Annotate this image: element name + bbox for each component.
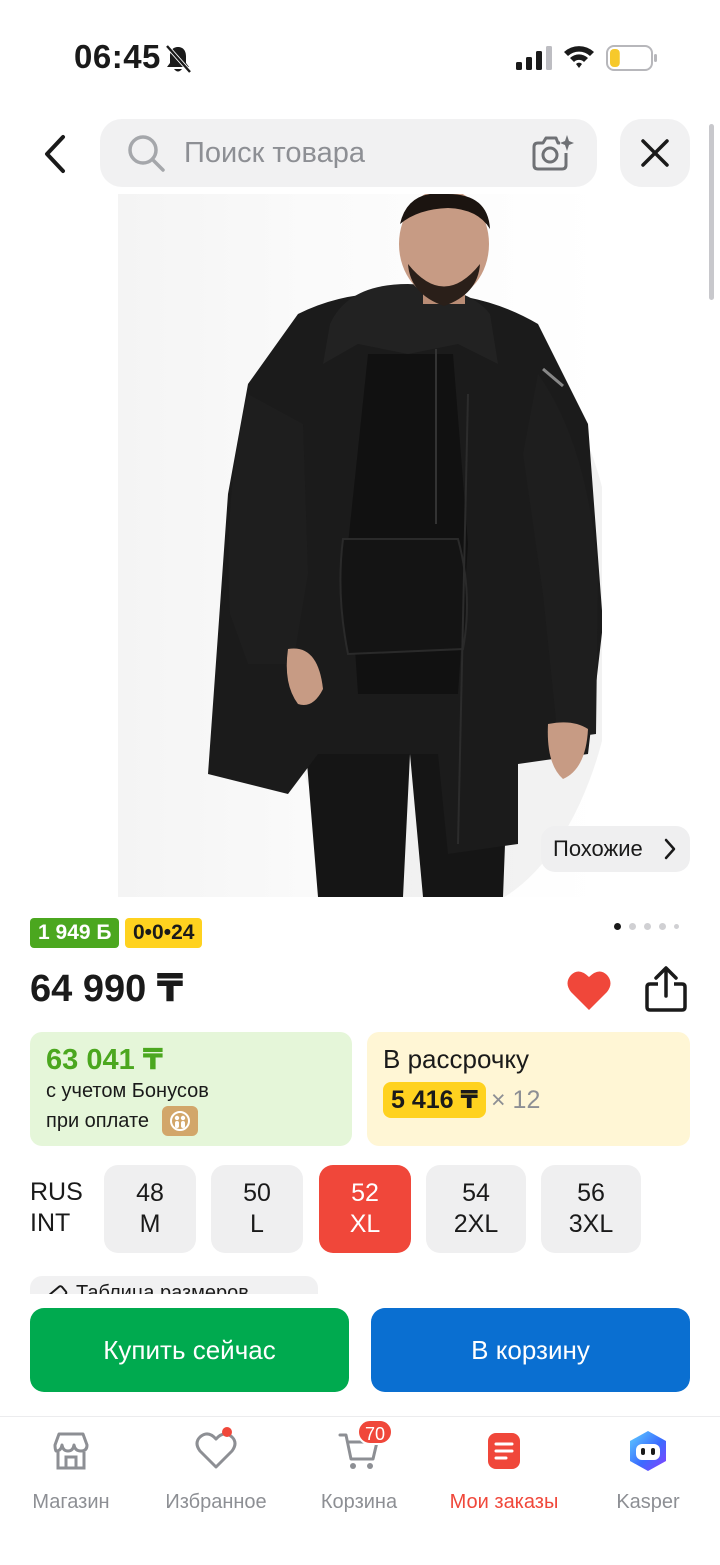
add-to-cart-button[interactable]: В корзину xyxy=(371,1308,690,1392)
size-int: 3XL xyxy=(568,1210,614,1238)
search-icon xyxy=(128,135,165,172)
size-rus: 52 xyxy=(351,1179,379,1207)
installment-title: В рассрочку xyxy=(383,1044,530,1074)
size-option-56[interactable]: 56 3XL xyxy=(541,1165,641,1253)
nav-label-orders: Мои заказы xyxy=(449,1491,559,1513)
signal-icon xyxy=(516,46,552,70)
chevron-right-icon xyxy=(664,838,676,860)
size-label-int: INT xyxy=(30,1209,71,1237)
size-option-50[interactable]: 50 L xyxy=(211,1165,303,1253)
shop-icon xyxy=(53,1432,89,1470)
scroll-indicator[interactable] xyxy=(709,124,714,300)
size-label-rus: RUS xyxy=(30,1178,83,1206)
cart-icon-wrap: 70 xyxy=(337,1419,394,1473)
size-int: M xyxy=(139,1210,161,1238)
bottom-navigation: Магазин Избранное 70 Корзина Мои заказы … xyxy=(0,1416,720,1565)
buy-now-button[interactable]: Купить сейчас xyxy=(30,1308,349,1392)
nav-label-kasper: Kasper xyxy=(616,1491,680,1513)
back-button[interactable] xyxy=(30,124,80,184)
search-box[interactable] xyxy=(100,119,597,187)
favorite-heart-icon[interactable] xyxy=(566,968,612,1012)
nav-label-favorites: Избранное xyxy=(165,1491,267,1513)
size-system-label: RUS INT xyxy=(30,1177,83,1239)
size-rus: 56 xyxy=(577,1179,605,1207)
bell-off-icon xyxy=(165,44,192,74)
nav-label-shop: Магазин xyxy=(32,1491,110,1513)
similar-products-button[interactable]: Похожие xyxy=(541,826,690,872)
bonus-price-card[interactable]: 63 041 ₸ с учетом Бонусов при оплате xyxy=(30,1032,352,1146)
gallery-dot xyxy=(674,924,679,929)
gallery-dot xyxy=(659,923,666,930)
bonus-price-note: с учетом Бонусов xyxy=(46,1080,209,1102)
orders-icon xyxy=(488,1433,520,1469)
bonus-badge: 1 949 Б xyxy=(30,918,120,948)
search-input[interactable] xyxy=(184,119,514,187)
similar-products-label: Похожие xyxy=(553,836,643,861)
heart-outline-icon xyxy=(195,1432,237,1469)
product-image[interactable] xyxy=(118,194,602,897)
product-photo-jacket xyxy=(208,194,602,897)
close-button[interactable] xyxy=(620,119,690,187)
favorites-notification-dot xyxy=(222,1427,232,1437)
bonus-price-amount: 63 041 ₸ xyxy=(46,1044,163,1076)
gallery-dot xyxy=(629,923,636,930)
size-option-48[interactable]: 48 M xyxy=(104,1165,196,1253)
cart-count-badge: 70 xyxy=(357,1419,394,1445)
size-option-54[interactable]: 54 2XL xyxy=(426,1165,526,1253)
installment-card[interactable]: В рассрочку 5 416 ₸ × 12 xyxy=(367,1032,690,1146)
camera-icon[interactable] xyxy=(530,133,574,173)
wifi-icon xyxy=(564,46,594,68)
ruler-icon xyxy=(46,1285,68,1294)
gallery-page-dots xyxy=(614,922,684,932)
nav-item-favorites[interactable]: Избранное xyxy=(160,1417,272,1527)
size-option-52[interactable]: 52 XL xyxy=(319,1165,411,1253)
size-int: XL xyxy=(349,1210,381,1238)
nav-label-cart: Корзина xyxy=(320,1491,398,1513)
size-rus: 54 xyxy=(462,1179,490,1207)
back-arrow-icon xyxy=(45,135,65,173)
installment-months: × 12 xyxy=(491,1086,541,1114)
size-table-link[interactable]: Таблица размеров xyxy=(30,1276,318,1294)
close-icon xyxy=(641,139,669,167)
size-int: L xyxy=(250,1210,264,1238)
gallery-dot xyxy=(644,923,651,930)
size-table-label: Таблица размеров xyxy=(76,1282,249,1294)
size-rus: 48 xyxy=(136,1179,164,1207)
gallery-dot xyxy=(614,923,621,930)
favorites-icon-wrap xyxy=(194,1427,238,1473)
installment-badge: 0•0•24 xyxy=(125,918,203,948)
installment-monthly-amount: 5 416 ₸ xyxy=(383,1082,486,1118)
product-price: 64 990 ₸ xyxy=(30,968,184,1010)
status-bar: 06:45 xyxy=(0,0,720,110)
share-icon[interactable] xyxy=(644,966,688,1012)
battery-icon xyxy=(606,45,657,71)
nav-item-cart[interactable]: 70 Корзина xyxy=(315,1417,403,1527)
status-time: 06:45 xyxy=(74,38,161,75)
size-rus: 50 xyxy=(243,1179,271,1207)
nav-item-kasper[interactable]: Kasper xyxy=(606,1417,690,1527)
kasper-assistant-icon xyxy=(630,1431,666,1471)
nav-item-orders[interactable]: Мои заказы xyxy=(446,1417,562,1527)
kaspi-pay-icon xyxy=(162,1106,198,1136)
payment-note: при оплате xyxy=(46,1110,150,1132)
size-int: 2XL xyxy=(453,1210,499,1238)
nav-item-shop[interactable]: Магазин xyxy=(28,1417,114,1527)
